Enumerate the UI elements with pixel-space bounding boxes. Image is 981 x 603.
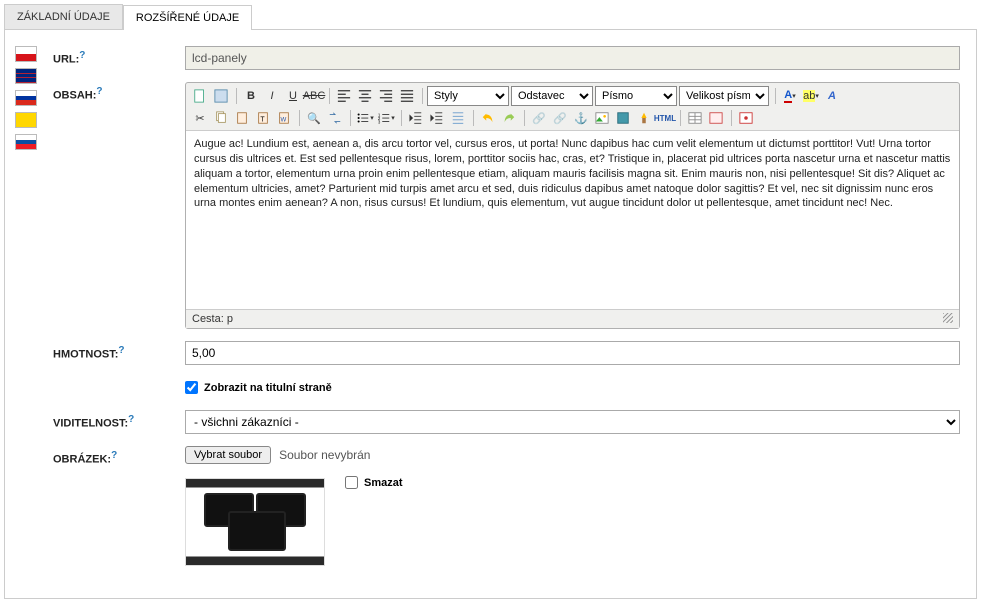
resize-handle[interactable]	[943, 313, 953, 323]
svg-text:T: T	[260, 117, 265, 124]
paste-icon[interactable]	[232, 108, 252, 128]
tab-bar: ZÁKLADNÍ ÚDAJE ROZŠÍŘENÉ ÚDAJE	[4, 4, 977, 30]
zobrazit-label: Zobrazit na titulní straně	[204, 382, 332, 394]
paragraph-select[interactable]: Odstavec	[511, 86, 593, 106]
table-icon[interactable]	[685, 108, 705, 128]
ol-icon[interactable]: 123▾	[376, 108, 396, 128]
svg-text:W: W	[281, 117, 287, 124]
panel-extended: URL:? OBSAH:? B I U ABC	[4, 30, 977, 599]
viditelnost-select[interactable]: - všichni zákazníci -	[185, 410, 960, 434]
help-icon[interactable]: ?	[118, 345, 124, 356]
label-viditelnost: VIDITELNOST:?	[53, 410, 185, 430]
label-hmotnost: HMOTNOST:?	[53, 341, 185, 361]
italic-icon[interactable]: I	[262, 86, 282, 106]
flag-ru[interactable]	[15, 90, 37, 106]
link-icon[interactable]: 🔗	[529, 108, 549, 128]
editor-toolbar: B I U ABC Styly Odstavec P	[186, 83, 959, 130]
media-icon[interactable]	[613, 108, 633, 128]
editor-statusbar: Cesta: p	[186, 309, 959, 328]
help-icon[interactable]: ?	[96, 86, 102, 97]
help-icon[interactable]: ?	[128, 414, 134, 425]
flag-en[interactable]	[15, 68, 37, 84]
file-status: Soubor nevybrán	[279, 448, 370, 462]
unlink-icon[interactable]: 🔗	[550, 108, 570, 128]
help-icon[interactable]: ?	[79, 50, 85, 61]
undo-icon[interactable]	[478, 108, 498, 128]
indent-icon[interactable]	[427, 108, 447, 128]
del-row-icon[interactable]	[706, 108, 726, 128]
text-color-icon[interactable]: A▾	[780, 86, 800, 106]
bold-icon[interactable]: B	[241, 86, 261, 106]
tab-extended[interactable]: ROZŠÍŘENÉ ÚDAJE	[123, 5, 252, 30]
url-input[interactable]	[185, 46, 960, 70]
hmotnost-input[interactable]	[185, 341, 960, 365]
fullscreen-icon[interactable]	[211, 86, 231, 106]
cleanup-icon[interactable]	[634, 108, 654, 128]
paste-word-icon[interactable]: W	[274, 108, 294, 128]
find-icon[interactable]: 🔍	[304, 108, 324, 128]
smazat-checkbox[interactable]	[345, 476, 358, 489]
tab-basic[interactable]: ZÁKLADNÍ ÚDAJE	[4, 4, 123, 29]
paste-text-icon[interactable]: T	[253, 108, 273, 128]
image-icon[interactable]	[592, 108, 612, 128]
new-doc-icon[interactable]	[190, 86, 210, 106]
html-icon[interactable]: HTML	[655, 108, 675, 128]
align-left-icon[interactable]	[334, 86, 354, 106]
styles-select[interactable]: Styly	[427, 86, 509, 106]
preview-icon[interactable]	[736, 108, 756, 128]
smazat-label: Smazat	[364, 477, 403, 489]
replace-icon[interactable]	[325, 108, 345, 128]
image-preview	[185, 478, 325, 566]
file-select-button[interactable]: Vybrat soubor	[185, 446, 271, 464]
editor-content[interactable]: Augue ac! Lundium est, aenean a, dis arc…	[186, 131, 959, 309]
redo-icon[interactable]	[499, 108, 519, 128]
fontsize-select[interactable]: Velikost písma	[679, 86, 769, 106]
anchor-icon[interactable]: ⚓	[571, 108, 591, 128]
clear-format-icon[interactable]: A	[822, 86, 842, 106]
strike-icon[interactable]: ABC	[304, 86, 324, 106]
underline-icon[interactable]: U	[283, 86, 303, 106]
flag-cz[interactable]	[15, 46, 37, 62]
language-flags	[15, 46, 43, 578]
align-center-icon[interactable]	[355, 86, 375, 106]
label-obrazek: OBRÁZEK:?	[53, 446, 185, 466]
help-icon[interactable]: ?	[111, 450, 117, 461]
zobrazit-checkbox[interactable]	[185, 381, 198, 394]
label-url: URL:?	[53, 46, 185, 66]
rich-text-editor: B I U ABC Styly Odstavec P	[185, 82, 960, 329]
outdent-icon[interactable]	[406, 108, 426, 128]
highlight-icon[interactable]: ab▾	[801, 86, 821, 106]
flag-ua[interactable]	[15, 112, 37, 128]
cut-icon[interactable]: ✂	[190, 108, 210, 128]
editor-path: Cesta: p	[192, 313, 233, 325]
copy-icon[interactable]	[211, 108, 231, 128]
flag-sk[interactable]	[15, 134, 37, 150]
label-obsah: OBSAH:?	[53, 82, 185, 102]
align-justify-icon[interactable]	[397, 86, 417, 106]
font-select[interactable]: Písmo	[595, 86, 677, 106]
svg-text:3: 3	[378, 119, 381, 124]
ul-icon[interactable]: ▾	[355, 108, 375, 128]
blockquote-icon[interactable]	[448, 108, 468, 128]
align-right-icon[interactable]	[376, 86, 396, 106]
